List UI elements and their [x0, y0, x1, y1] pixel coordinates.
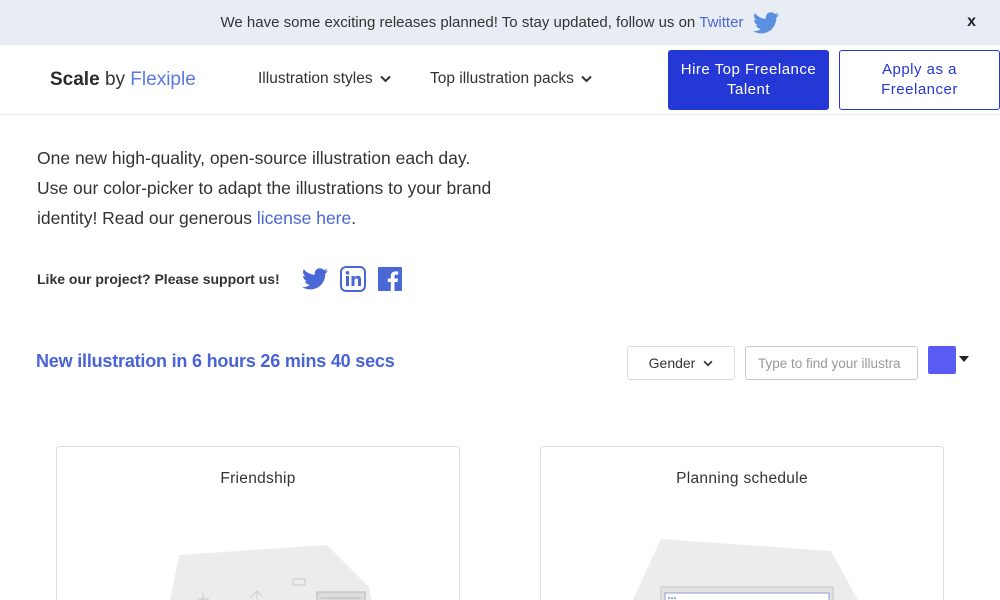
announcement-text: We have some exciting releases planned! …: [220, 14, 696, 31]
facebook-icon[interactable]: [377, 267, 402, 291]
linkedin-icon[interactable]: [339, 266, 366, 292]
brand-logo[interactable]: Scale by Flexiple: [50, 69, 196, 91]
illustration-card[interactable]: Friendship: [56, 446, 460, 600]
license-link[interactable]: license here: [257, 208, 351, 228]
gender-dropdown[interactable]: Gender: [627, 346, 735, 380]
nav-label: Illustration styles: [258, 70, 373, 87]
friendship-illustration: [170, 545, 372, 600]
chevron-down-icon: [703, 360, 713, 367]
hire-freelance-talent-button[interactable]: Hire Top Freelance Talent: [668, 50, 829, 110]
nav-label: Top illustration packs: [430, 70, 574, 87]
chevron-down-icon: [379, 75, 391, 83]
support-row: Like our project? Please support us!: [37, 266, 402, 292]
brand-by: by: [104, 69, 126, 90]
planning-schedule-illustration: [632, 539, 858, 600]
new-illustration-countdown: New illustration in 6 hours 26 mins 40 s…: [36, 351, 395, 371]
announcement-bar: We have some exciting releases planned! …: [0, 0, 1000, 45]
twitter-icon[interactable]: [301, 268, 328, 290]
color-picker-caret-icon[interactable]: [959, 356, 969, 362]
color-picker-swatch[interactable]: [928, 346, 956, 374]
nav-top-illustration-packs[interactable]: Top illustration packs: [430, 70, 592, 88]
gender-label: Gender: [648, 355, 696, 371]
brand-scale: Scale: [50, 69, 100, 90]
illustration-card[interactable]: Planning schedule: [540, 446, 944, 600]
support-label: Like our project? Please support us!: [37, 271, 280, 287]
twitter-link[interactable]: Twitter: [699, 14, 743, 31]
site-header: Scale by Flexiple Illustration styles To…: [0, 45, 1000, 115]
twitter-bird-icon[interactable]: [753, 11, 780, 34]
intro-paragraph: One new high-quality, open-source illust…: [37, 143, 497, 233]
chevron-down-icon: [581, 75, 592, 83]
nav-illustration-styles[interactable]: Illustration styles: [258, 70, 391, 88]
intro-period: .: [351, 208, 357, 228]
close-announcement-button[interactable]: x: [967, 13, 976, 31]
apply-as-freelancer-button[interactable]: Apply as a Freelancer: [839, 50, 1000, 110]
search-input[interactable]: [745, 346, 918, 380]
brand-flexiple: Flexiple: [130, 69, 196, 90]
